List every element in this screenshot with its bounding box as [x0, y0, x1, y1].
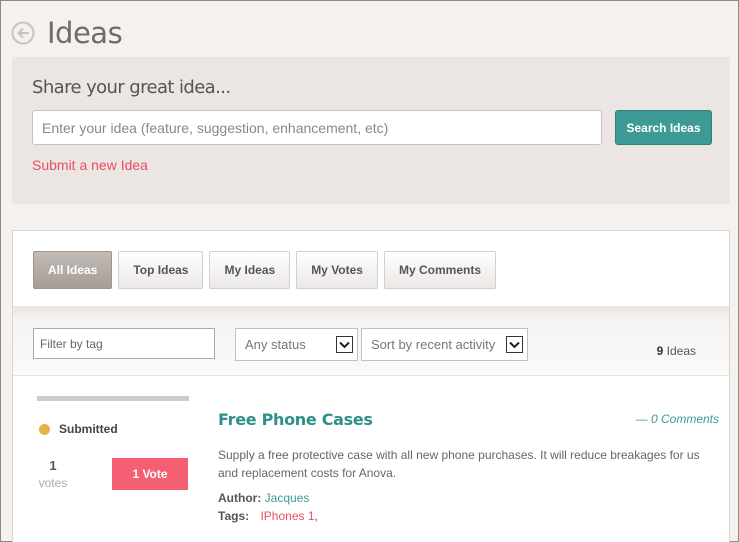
share-idea-panel: Share your great idea... Search Ideas Su… — [12, 57, 730, 204]
idea-count-number: 9 — [656, 344, 664, 358]
sort-select-value: Sort by recent activity — [371, 337, 496, 352]
author-label: Author: — [218, 491, 262, 505]
idea-tags-row: Tags: IPhones 1, — [218, 509, 318, 523]
share-idea-title: Share your great idea... — [32, 77, 231, 98]
sort-select[interactable]: Sort by recent activity — [361, 328, 528, 361]
vote-button[interactable]: 1 Vote — [112, 458, 188, 490]
chevron-down-icon[interactable] — [336, 336, 353, 353]
idea-title-link[interactable]: Free Phone Cases — [218, 410, 373, 429]
page-title: Ideas — [47, 16, 123, 50]
tab-my-ideas[interactable]: My Ideas — [209, 251, 291, 289]
status-select[interactable]: Any status — [235, 328, 358, 361]
status-dot-icon — [39, 424, 50, 435]
tab-my-votes[interactable]: My Votes — [296, 251, 378, 289]
idea-status: Submitted — [59, 422, 118, 436]
idea-list-item: Submitted 1 votes 1 Vote Free Phone Case… — [13, 376, 729, 542]
page-header: Ideas — [11, 13, 123, 53]
vote-progress-bar — [37, 396, 189, 401]
vote-count: 1 votes — [37, 458, 69, 490]
tags-label: Tags: — [218, 509, 250, 523]
vote-count-unit: votes — [38, 476, 68, 490]
idea-input[interactable] — [32, 110, 602, 145]
search-ideas-button[interactable]: Search Ideas — [615, 110, 712, 145]
idea-description: Supply a free protective case with all n… — [218, 448, 700, 480]
vote-count-number: 1 — [49, 458, 57, 473]
tab-all-ideas[interactable]: All Ideas — [33, 251, 113, 289]
filter-bar: Any status Sort by recent activity 9 Ide… — [13, 306, 729, 376]
idea-count-label: Ideas — [666, 344, 696, 358]
idea-tabs: All Ideas Top Ideas My Ideas My Votes My… — [33, 251, 502, 289]
tag-link[interactable]: IPhones 1 — [260, 509, 314, 523]
comments-link[interactable]: — 0 Comments — [636, 412, 719, 426]
chevron-down-icon[interactable] — [506, 336, 523, 353]
tab-my-comments[interactable]: My Comments — [383, 251, 496, 289]
submit-new-idea-link[interactable]: Submit a new Idea — [32, 157, 148, 173]
tag-filter-input[interactable] — [33, 328, 215, 359]
idea-count: 9 Ideas — [657, 344, 696, 358]
back-arrow-icon[interactable] — [11, 21, 35, 45]
ideas-panel: All Ideas Top Ideas My Ideas My Votes My… — [12, 230, 730, 542]
author-link[interactable]: Jacques — [265, 491, 310, 505]
status-select-value: Any status — [245, 337, 306, 352]
idea-author-row: Author: Jacques — [218, 491, 309, 505]
tags-separator: , — [314, 509, 318, 523]
tab-top-ideas[interactable]: Top Ideas — [118, 251, 204, 289]
